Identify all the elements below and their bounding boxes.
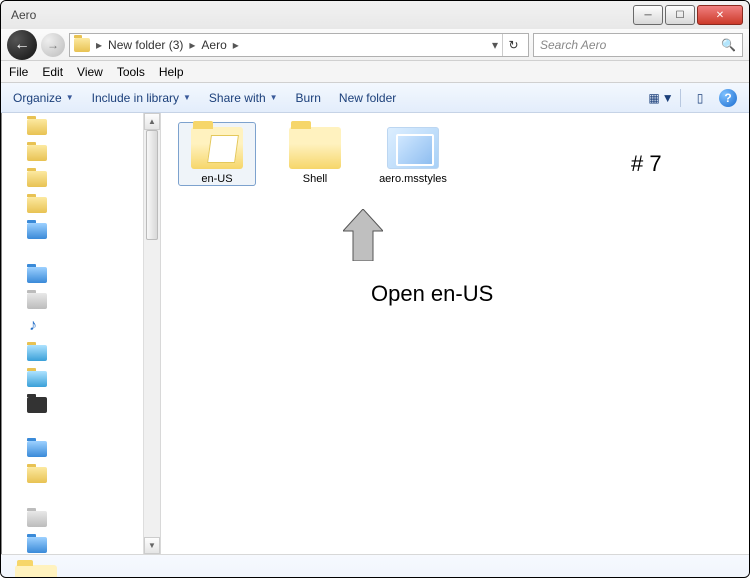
arrow-left-icon: ←	[14, 36, 30, 54]
tree-folder-icon[interactable]	[27, 119, 47, 135]
menu-file[interactable]: File	[9, 65, 28, 79]
menu-bar: File Edit View Tools Help	[1, 61, 749, 83]
search-icon: 🔍	[721, 38, 736, 52]
chevron-right-icon: ▸	[189, 38, 195, 52]
tree-folder-icon[interactable]	[27, 145, 47, 161]
nav-bar: ← → ▸ New folder (3) ▸ Aero ▸ ▾↻ Search …	[1, 29, 749, 61]
menu-tools[interactable]: Tools	[117, 65, 145, 79]
window-controls: ─ ☐ ✕	[631, 5, 743, 25]
arrow-right-icon: →	[47, 38, 59, 52]
folder-icon	[191, 127, 243, 169]
annotation-open-enus: Open en-US	[371, 281, 493, 307]
folder-icon	[74, 38, 90, 52]
tree-downloads-icon[interactable]	[27, 223, 47, 239]
item-label: Shell	[277, 173, 353, 185]
menu-view[interactable]: View	[77, 65, 103, 79]
tree-folder-icon[interactable]	[27, 171, 47, 187]
burn-button[interactable]: Burn	[296, 91, 321, 105]
breadcrumb[interactable]: ▸ New folder (3) ▸ Aero ▸ ▾↻	[69, 33, 529, 57]
status-bar: 3 items	[1, 554, 749, 578]
breadcrumb-dropdown[interactable]: ▾↻	[492, 34, 524, 56]
content-pane[interactable]: en-US Shell aero.msstyles Open en-US # 7	[161, 113, 749, 554]
body: ▲ ▼ en-US Shell aero.msstyles	[1, 113, 749, 554]
change-view-button[interactable]: ▦▼	[652, 89, 670, 107]
tree-documents-icon[interactable]	[27, 293, 47, 309]
tree-drive-icon[interactable]	[27, 537, 47, 553]
file-item-aero-msstyles[interactable]: aero.msstyles	[375, 123, 451, 185]
tree-folder-icon[interactable]	[27, 467, 47, 483]
chevron-down-icon: ▼	[66, 93, 74, 102]
chevron-down-icon: ▼	[662, 91, 674, 105]
item-label: aero.msstyles	[375, 173, 451, 185]
search-input[interactable]: Search Aero 🔍	[533, 33, 743, 57]
annotation-step-number: # 7	[631, 151, 662, 177]
help-icon[interactable]: ?	[719, 89, 737, 107]
newfolder-label: New folder	[339, 91, 396, 105]
close-button[interactable]: ✕	[697, 5, 743, 25]
command-bar: Organize ▼ Include in library ▼ Share with…	[1, 83, 749, 113]
annotation-arrow-up-icon	[343, 209, 383, 261]
separator	[680, 89, 681, 107]
tree-computer-icon[interactable]	[27, 511, 47, 527]
tree-libraries-icon[interactable]	[27, 267, 47, 283]
explorer-window: Aero ─ ☐ ✕ ← → ▸ New folder (3) ▸ Aero ▸…	[0, 0, 750, 578]
folder-icon	[15, 565, 57, 578]
scroll-track[interactable]	[144, 130, 160, 537]
title-bar: Aero ─ ☐ ✕	[1, 1, 749, 29]
scroll-thumb[interactable]	[146, 130, 158, 240]
status-item-count: 3 items	[69, 575, 108, 578]
chevron-down-icon: ▼	[270, 93, 278, 102]
organize-button[interactable]: Organize ▼	[13, 91, 74, 105]
msstyles-file-icon	[387, 127, 439, 169]
menu-help[interactable]: Help	[159, 65, 184, 79]
window-title: Aero	[7, 8, 631, 22]
chevron-right-icon: ▸	[96, 38, 102, 52]
burn-label: Burn	[296, 91, 321, 105]
minimize-button[interactable]: ─	[633, 5, 663, 25]
scroll-down-button[interactable]: ▼	[144, 537, 160, 554]
tree-pictures-icon[interactable]	[27, 371, 47, 387]
back-button[interactable]: ←	[7, 30, 37, 60]
include-label: Include in library	[92, 91, 179, 105]
toolbar-right: ▦▼ ▯ ?	[652, 89, 737, 107]
tree-pictures-icon[interactable]	[27, 345, 47, 361]
include-in-library-button[interactable]: Include in library ▼	[92, 91, 191, 105]
scroll-up-button[interactable]: ▲	[144, 113, 160, 130]
breadcrumb-seg-2[interactable]: Aero	[201, 38, 226, 52]
item-label: en-US	[179, 173, 255, 185]
organize-label: Organize	[13, 91, 62, 105]
chevron-down-icon: ▼	[183, 93, 191, 102]
maximize-button[interactable]: ☐	[665, 5, 695, 25]
search-placeholder: Search Aero	[540, 38, 606, 52]
tree-music-icon[interactable]	[27, 319, 47, 335]
tree-scrollbar[interactable]: ▲ ▼	[143, 113, 160, 554]
preview-pane-button[interactable]: ▯	[691, 89, 709, 107]
share-with-button[interactable]: Share with ▼	[209, 91, 278, 105]
new-folder-button[interactable]: New folder	[339, 91, 396, 105]
folder-item-shell[interactable]: Shell	[277, 123, 353, 185]
chevron-right-icon: ▸	[233, 38, 239, 52]
folder-item-enus[interactable]: en-US	[179, 123, 255, 185]
refresh-icon[interactable]: ↻	[502, 34, 524, 56]
folder-icon	[289, 127, 341, 169]
menu-edit[interactable]: Edit	[42, 65, 63, 79]
forward-button[interactable]: →	[41, 33, 65, 57]
tree-videos-icon[interactable]	[27, 397, 47, 413]
breadcrumb-seg-1[interactable]: New folder (3)	[108, 38, 183, 52]
tree-folder-icon[interactable]	[27, 197, 47, 213]
nav-tree[interactable]: ▲ ▼	[1, 113, 161, 554]
tree-homegroup-icon[interactable]	[27, 441, 47, 457]
share-label: Share with	[209, 91, 266, 105]
